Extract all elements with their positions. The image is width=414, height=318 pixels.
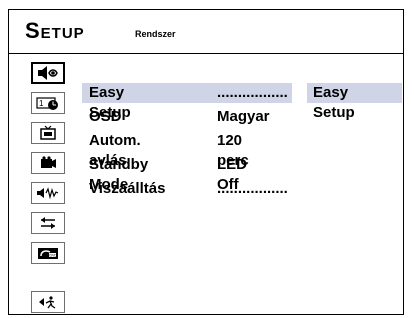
menu-value: Magyar (217, 108, 270, 125)
sidebar-item-audio[interactable] (31, 182, 65, 204)
return-icon (39, 296, 56, 309)
arrows-icon (41, 217, 55, 229)
sidebar-item-speaker[interactable] (31, 62, 65, 84)
sidebar-item-dvd[interactable]: DVD (31, 242, 65, 264)
menu-label: Viszaálltás (89, 180, 166, 197)
menu-value: ................. (217, 180, 288, 197)
menu-value: ................. (217, 84, 288, 101)
sidebar-item-return[interactable] (31, 291, 65, 313)
menu-label: OSD (89, 108, 122, 125)
page-title: Setup (25, 18, 85, 43)
sidebar-item-clock[interactable]: 1 (31, 92, 65, 114)
setup-window: Setup Rendszer 1 DVD Easy Setup ........… (8, 9, 404, 315)
sidebar-item-camera[interactable] (31, 152, 65, 174)
svg-text:1: 1 (39, 99, 44, 108)
audio-wave-icon (37, 187, 59, 200)
header: Setup Rendszer (9, 10, 403, 54)
sidebar-item-arrows[interactable] (31, 212, 65, 234)
clock-icon: 1 (36, 97, 58, 110)
speaker-eye-icon (38, 66, 58, 80)
svg-text:DVD: DVD (50, 253, 58, 257)
page-subtitle: Rendszer (135, 29, 176, 39)
sidebar-item-tv[interactable] (31, 122, 65, 144)
tv-icon (40, 125, 56, 140)
camera-icon (41, 156, 56, 168)
dvd-icon: DVD (38, 248, 58, 259)
right-panel-value[interactable]: Easy Setup (313, 83, 355, 123)
